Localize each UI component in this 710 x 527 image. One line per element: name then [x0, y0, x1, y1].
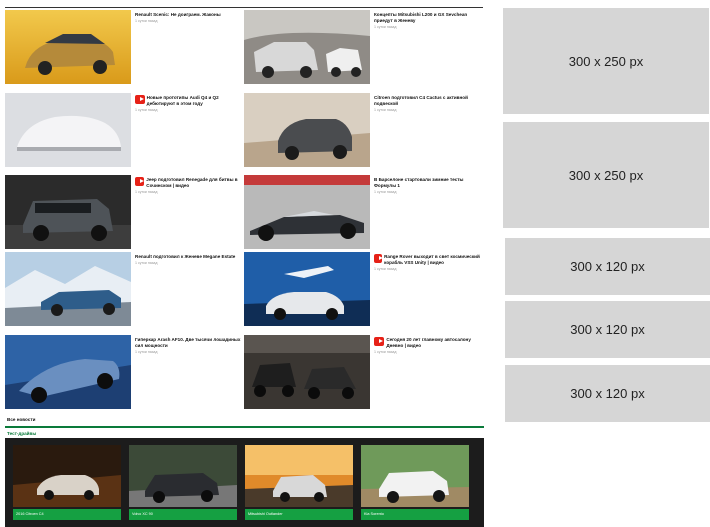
- news-title[interactable]: Renault Scenic: Не доиграем. Жаконы: [135, 12, 221, 18]
- news-date: 1 сутки назад: [374, 267, 397, 271]
- test-drive-photo[interactable]: [361, 445, 469, 507]
- news-item[interactable]: Citroen подготовил C4 Cactus с активной …: [244, 93, 479, 167]
- top-divider: [5, 7, 483, 8]
- news-item[interactable]: Новые прототипы Audi Q4 и Q2 дебютируют …: [5, 93, 240, 167]
- ad-size-label: 300 x 250 px: [568, 167, 644, 183]
- news-thumbnail[interactable]: [5, 93, 131, 167]
- test-drive-card[interactable]: 2016 Citroen C4: [13, 445, 121, 521]
- news-title[interactable]: Гиперкар Arash AF10. Две тысячи лошадины…: [135, 337, 243, 349]
- news-date: 1 сутки назад: [374, 190, 397, 194]
- news-title[interactable]: В Барселоне стартовали зимние тесты Форм…: [374, 177, 482, 189]
- news-thumbnail[interactable]: [244, 252, 370, 326]
- test-drive-caption[interactable]: Volvo XC 90: [129, 509, 237, 520]
- section-divider: [5, 426, 484, 428]
- news-title[interactable]: Renault подготовил к Женеве Megane Estat…: [135, 254, 235, 260]
- news-date: 1 сутки назад: [135, 19, 158, 23]
- test-drive-photo[interactable]: [13, 445, 121, 507]
- news-date: 1 сутки назад: [374, 25, 397, 29]
- test-drive-caption[interactable]: Kia Sorento: [361, 509, 469, 520]
- news-item[interactable]: В Барселоне стартовали зимние тесты Форм…: [244, 175, 479, 249]
- news-item[interactable]: Сегодня 20 лет главному автосалону Дневн…: [244, 335, 479, 409]
- page: Renault Scenic: Не доиграем. Жаконы 1 су…: [0, 0, 710, 527]
- news-title[interactable]: Концепты Mitsubishi L200 и GX Sevchean п…: [374, 12, 482, 24]
- test-drives-strip: 2016 Citroen C4 Volvo XC 90 Mitsubishi O…: [5, 438, 484, 527]
- news-thumbnail[interactable]: [244, 175, 370, 249]
- test-drives-title[interactable]: Тест-драйвы: [7, 431, 36, 436]
- youtube-icon: [135, 95, 145, 104]
- all-news-link[interactable]: Все новости: [7, 417, 35, 422]
- news-date: 1 сутки назад: [135, 108, 158, 112]
- ad-size-label: 300 x 120 px: [570, 259, 645, 274]
- ad-size-label: 300 x 250 px: [568, 53, 644, 69]
- news-date: 1 сутки назад: [374, 108, 397, 112]
- news-thumbnail[interactable]: [244, 93, 370, 167]
- ad-banner-300x250[interactable]: 300 x 250 px: [503, 122, 709, 228]
- news-thumbnail[interactable]: [5, 10, 131, 84]
- news-title[interactable]: Citroen подготовил C4 Cactus с активной …: [374, 95, 482, 107]
- youtube-icon: [374, 254, 384, 263]
- youtube-icon: [374, 337, 385, 346]
- news-item[interactable]: Концепты Mitsubishi L200 и GX Sevchean п…: [244, 10, 479, 84]
- youtube-icon: [135, 177, 145, 186]
- ad-banner-300x250[interactable]: 300 x 250 px: [503, 8, 709, 114]
- news-title[interactable]: Range Rover выходит в свет космический к…: [384, 254, 482, 266]
- news-date: 1 сутки назад: [135, 261, 158, 265]
- test-drive-card[interactable]: Volvo XC 90: [129, 445, 237, 521]
- test-drive-caption[interactable]: 2016 Citroen C4: [13, 509, 121, 520]
- news-title[interactable]: Jeep подготовил Renegade для битвы в Соч…: [146, 177, 243, 189]
- news-thumbnail[interactable]: [5, 175, 131, 249]
- test-drive-card[interactable]: Mitsubishi Outlander: [245, 445, 353, 521]
- news-date: 1 сутки назад: [135, 190, 158, 194]
- news-date: 1 сутки назад: [135, 350, 158, 354]
- news-title[interactable]: Новые прототипы Audi Q4 и Q2 дебютируют …: [147, 95, 243, 107]
- news-thumbnail[interactable]: [244, 10, 370, 84]
- news-item[interactable]: Jeep подготовил Renegade для битвы в Соч…: [5, 175, 240, 249]
- ad-banner-300x120[interactable]: 300 x 120 px: [505, 238, 710, 295]
- news-item[interactable]: Renault Scenic: Не доиграем. Жаконы 1 су…: [5, 10, 240, 84]
- ad-size-label: 300 x 120 px: [570, 322, 645, 337]
- news-item[interactable]: Renault подготовил к Женеве Megane Estat…: [5, 252, 240, 326]
- news-thumbnail[interactable]: [244, 335, 370, 409]
- test-drive-photo[interactable]: [129, 445, 237, 507]
- news-thumbnail[interactable]: [5, 252, 131, 326]
- test-drive-card[interactable]: Kia Sorento: [361, 445, 469, 521]
- test-drive-photo[interactable]: [245, 445, 353, 507]
- test-drive-caption[interactable]: Mitsubishi Outlander: [245, 509, 353, 520]
- ad-size-label: 300 x 120 px: [570, 386, 645, 401]
- news-title[interactable]: Сегодня 20 лет главному автосалону Дневн…: [386, 337, 482, 349]
- news-item[interactable]: Range Rover выходит в свет космический к…: [244, 252, 482, 326]
- news-date: 1 сутки назад: [374, 350, 397, 354]
- news-item[interactable]: Гиперкар Arash AF10. Две тысячи лошадины…: [5, 335, 240, 409]
- ad-banner-300x120[interactable]: 300 x 120 px: [505, 301, 710, 358]
- news-thumbnail[interactable]: [5, 335, 131, 409]
- ad-banner-300x120[interactable]: 300 x 120 px: [505, 365, 710, 422]
